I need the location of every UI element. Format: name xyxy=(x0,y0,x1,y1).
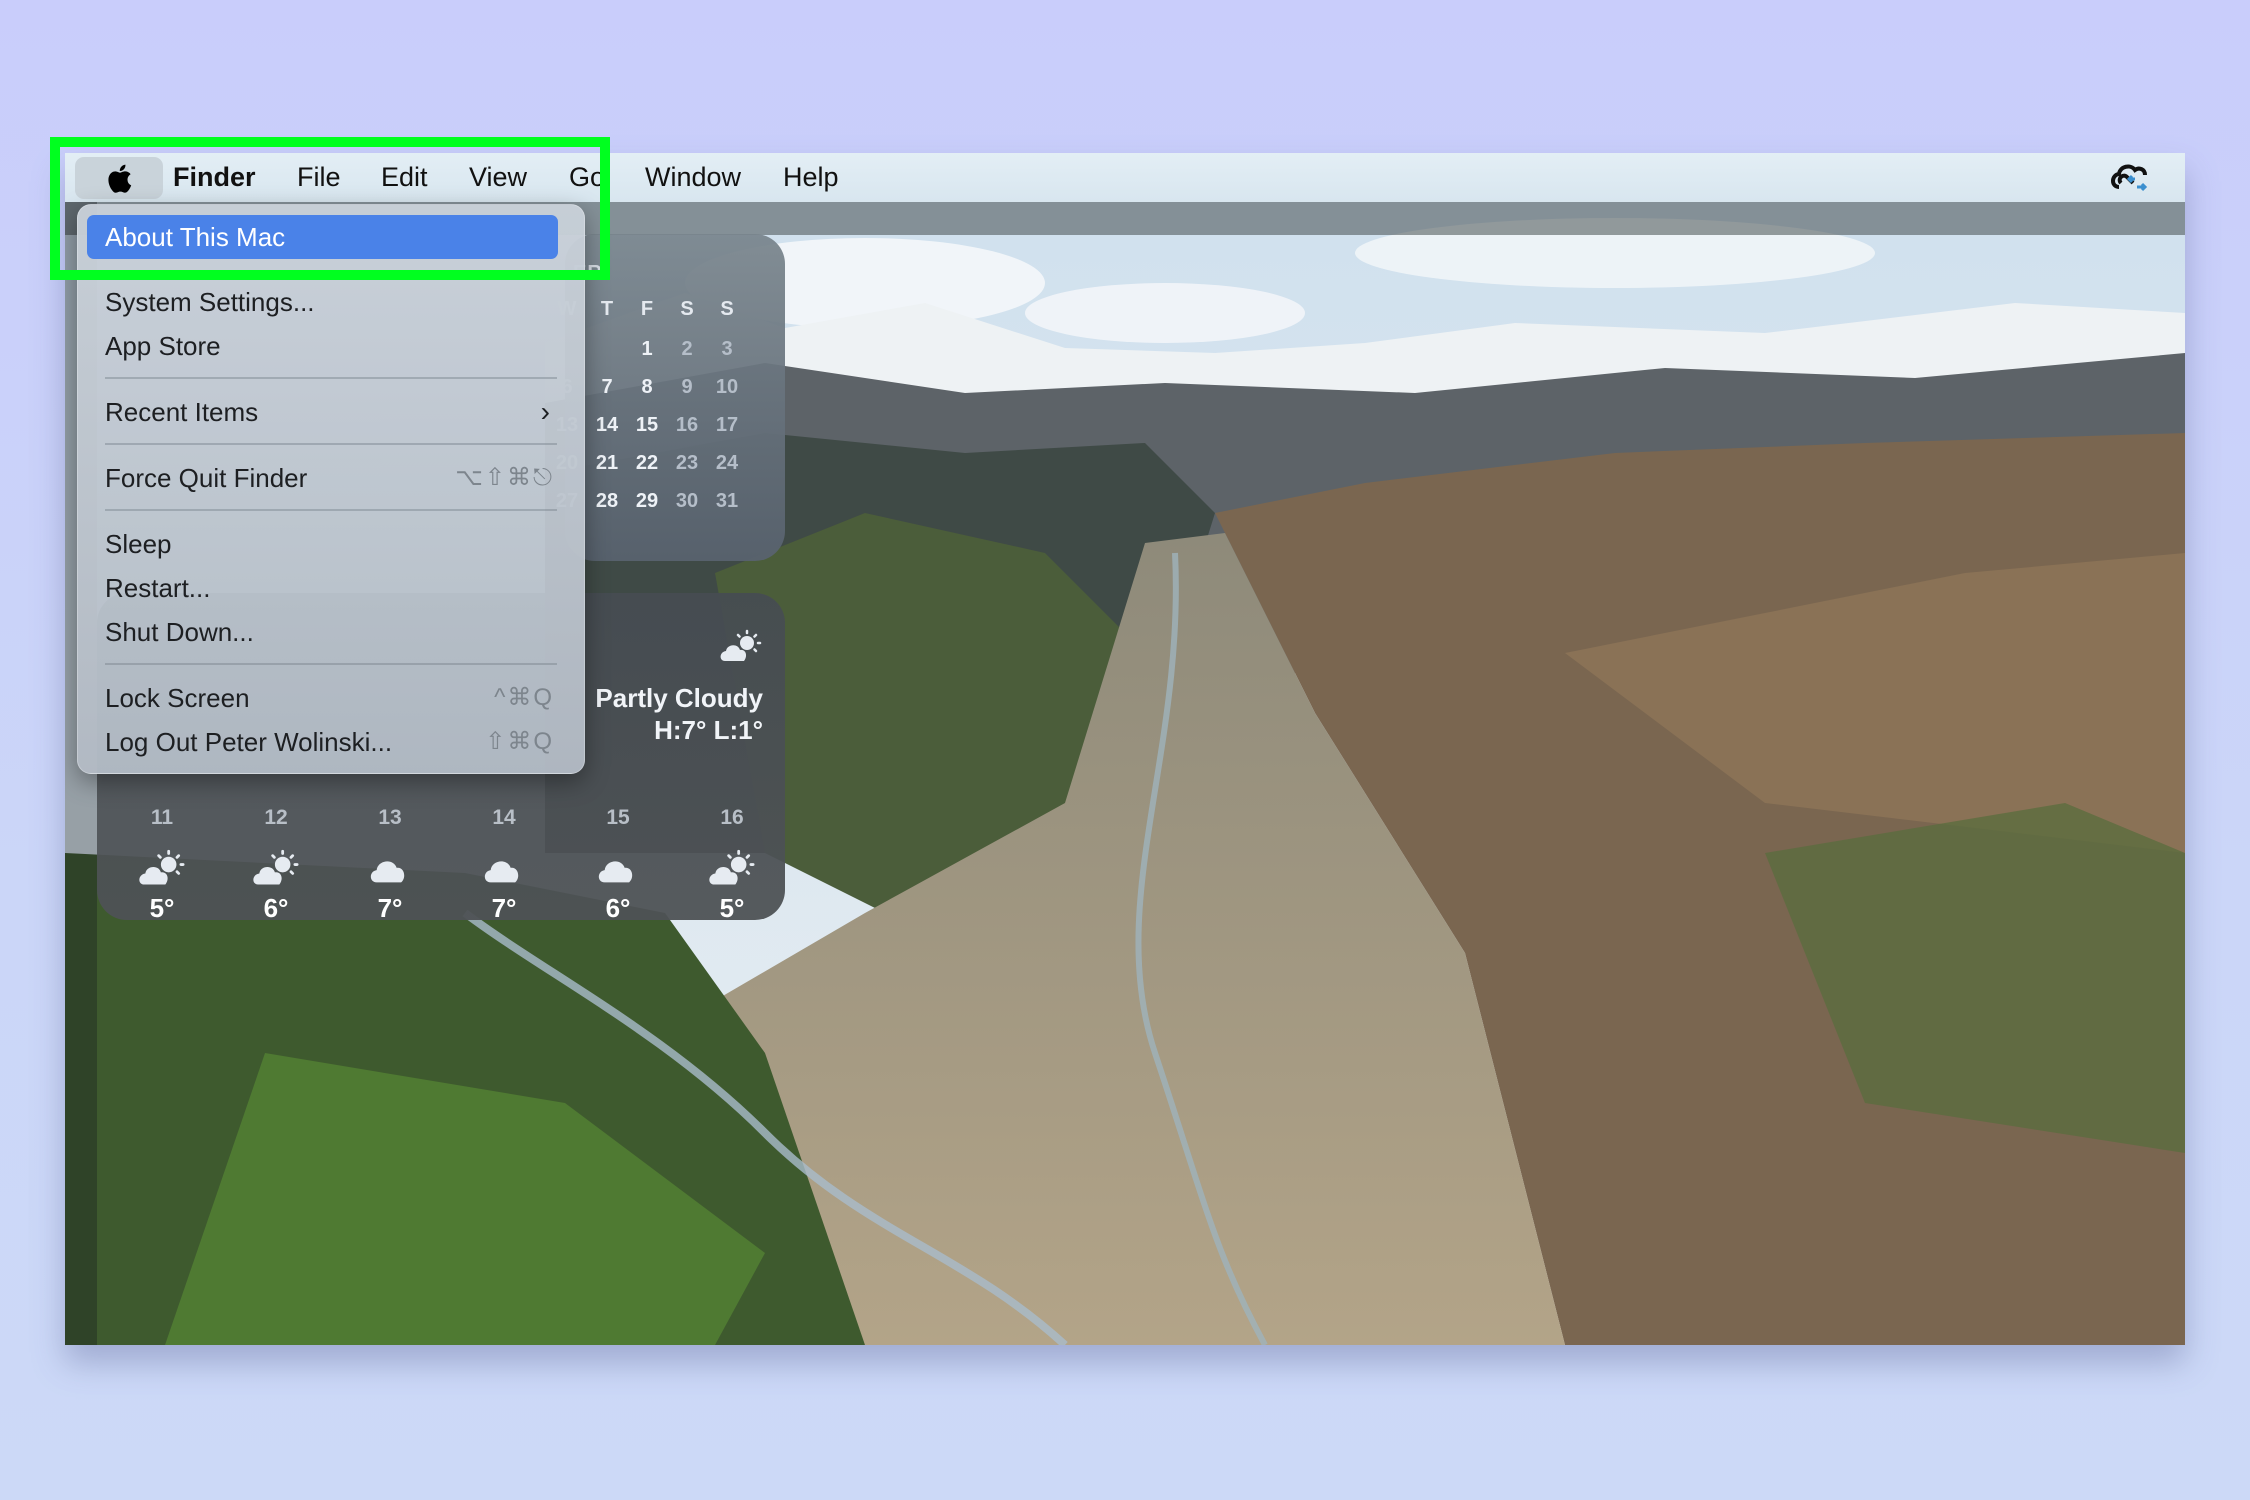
calendar-day: 3 xyxy=(721,338,733,360)
menu-item-system-settings[interactable]: System Settings... xyxy=(87,280,558,324)
forecast-hour: 12 xyxy=(264,806,288,829)
forecast-temp: 5° xyxy=(719,893,745,923)
cloudy-icon xyxy=(573,849,663,889)
cloudy-icon xyxy=(459,849,549,889)
forecast-hour: 16 xyxy=(720,806,744,829)
menu-item-lock-screen[interactable]: Lock Screen ^⌘Q xyxy=(87,676,558,720)
calendar-day: 2 xyxy=(681,338,693,360)
forecast-temp: 5° xyxy=(149,893,175,923)
calendar-weekday-header: F xyxy=(640,298,654,320)
partly-cloudy-icon xyxy=(231,849,321,889)
menu-window[interactable]: Window xyxy=(645,153,741,202)
forecast-temp: 6° xyxy=(263,893,289,923)
calendar-day: 9 xyxy=(681,376,693,398)
calendar-day: 30 xyxy=(675,490,699,512)
menu-item-label: Force Quit Finder xyxy=(105,463,308,493)
menu-item-recent-items[interactable]: Recent Items › xyxy=(87,390,558,434)
calendar-day: 1 xyxy=(641,338,653,360)
forecast-hour: 15 xyxy=(606,806,630,829)
calendar-day: 29 xyxy=(635,490,659,512)
forecast-hour: 14 xyxy=(492,806,516,829)
forecast-hour: 13 xyxy=(378,806,402,829)
partly-cloudy-icon xyxy=(117,849,207,889)
menu-item-about-this-mac[interactable]: About This Mac xyxy=(87,215,558,259)
apple-menu-button[interactable] xyxy=(75,157,163,199)
keyboard-shortcut: ⌥⇧⌘⎋ xyxy=(455,464,554,491)
partly-cloudy-icon xyxy=(720,629,762,661)
menu-item-label: About This Mac xyxy=(105,222,286,252)
menu-help[interactable]: Help xyxy=(783,153,839,202)
calendar-day: 21 xyxy=(595,452,619,474)
menu-item-app-store[interactable]: App Store xyxy=(87,324,558,368)
menu-item-label: Shut Down... xyxy=(105,617,254,647)
menu-view[interactable]: View xyxy=(469,153,527,202)
forecast-temp: 6° xyxy=(605,893,631,923)
menu-file[interactable]: File xyxy=(297,153,341,202)
menu-item-shut-down[interactable]: Shut Down... xyxy=(87,610,558,654)
menu-bar: Finder File Edit View Go Window Help xyxy=(65,153,2185,202)
menu-separator xyxy=(105,377,557,379)
menu-item-label: Sleep xyxy=(105,529,172,559)
chevron-right-icon: › xyxy=(540,396,550,427)
menu-item-label: System Settings... xyxy=(105,287,315,317)
calendar-day: 28 xyxy=(595,490,619,512)
menu-item-sleep[interactable]: Sleep xyxy=(87,522,558,566)
menu-separator xyxy=(105,443,557,445)
forecast-temp: 7° xyxy=(491,893,517,923)
cloudy-icon xyxy=(345,849,435,889)
creative-cloud-sync-icon[interactable] xyxy=(2109,161,2157,195)
menu-go[interactable]: Go xyxy=(569,153,605,202)
forecast-hour: 11 xyxy=(150,806,174,829)
menu-item-label: Lock Screen xyxy=(105,683,250,713)
menu-item-label: Log Out Peter Wolinski... xyxy=(105,727,393,757)
calendar-day: 8 xyxy=(641,376,653,398)
menu-item-log-out[interactable]: Log Out Peter Wolinski... ⇧⌘Q xyxy=(87,720,558,764)
menu-item-label: Restart... xyxy=(105,573,211,603)
calendar-weekday-header: S xyxy=(720,298,734,320)
partly-cloudy-icon xyxy=(687,849,777,889)
apple-menu-dropdown: About This Mac System Settings... App St… xyxy=(77,204,585,774)
calendar-day: 17 xyxy=(715,414,739,436)
calendar-day: 15 xyxy=(635,414,659,436)
menu-separator xyxy=(105,663,557,665)
calendar-weekday-header: T xyxy=(600,298,614,320)
calendar-day: 16 xyxy=(675,414,699,436)
calendar-day: 14 xyxy=(595,414,619,436)
calendar-day: 24 xyxy=(715,452,739,474)
keyboard-shortcut: ⇧⌘Q xyxy=(485,728,554,755)
menu-edit[interactable]: Edit xyxy=(381,153,428,202)
calendar-day: 22 xyxy=(635,452,659,474)
keyboard-shortcut: ^⌘Q xyxy=(494,684,554,711)
menu-finder[interactable]: Finder xyxy=(173,153,256,202)
apple-logo-icon xyxy=(108,164,132,193)
menu-separator xyxy=(105,509,557,511)
mac-desktop: Finder File Edit View Go Window Help ER … xyxy=(65,153,2185,1345)
forecast-temp: 7° xyxy=(377,893,403,923)
calendar-widget[interactable]: ER WTFSS12367891013141516172021222324272… xyxy=(556,234,785,561)
calendar-weekday-header: S xyxy=(680,298,694,320)
menu-item-label: Recent Items xyxy=(105,397,259,427)
calendar-day: 7 xyxy=(601,376,613,398)
weather-high-low: H:7° L:1° xyxy=(654,715,763,745)
menu-item-label: App Store xyxy=(105,331,221,361)
weather-condition: Partly Cloudy xyxy=(595,683,763,713)
calendar-day: 10 xyxy=(715,376,739,398)
calendar-day: 31 xyxy=(715,490,739,512)
menu-item-force-quit[interactable]: Force Quit Finder ⌥⇧⌘⎋ xyxy=(87,456,558,500)
menu-separator xyxy=(105,271,557,273)
menu-item-restart[interactable]: Restart... xyxy=(87,566,558,610)
calendar-day: 23 xyxy=(675,452,699,474)
